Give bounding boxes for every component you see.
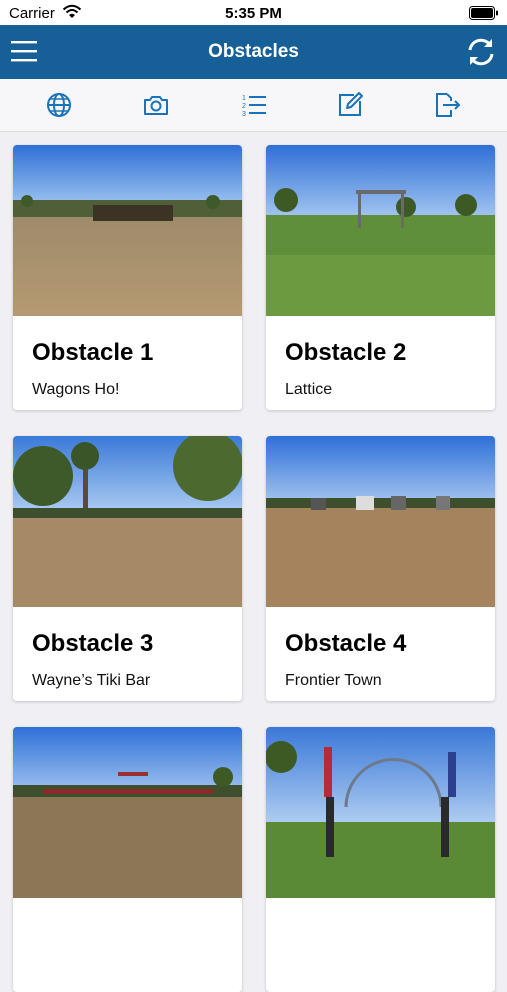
export-button[interactable]: [433, 91, 461, 119]
obstacle-name: Obstacle 4: [285, 630, 407, 657]
export-icon: [436, 93, 461, 117]
edit-icon: [339, 92, 363, 116]
obstacle-subtitle: Lattice: [285, 381, 333, 398]
refresh-button[interactable]: [465, 36, 497, 68]
obstacle-photo: [266, 436, 495, 607]
obstacle-photo: [13, 145, 242, 316]
edit-button[interactable]: [336, 91, 364, 119]
obstacle-photo: [13, 727, 242, 898]
obstacle-name: Obstacle 2: [285, 339, 407, 366]
obstacle-photo: [266, 145, 495, 316]
svg-text:3: 3: [242, 111, 246, 118]
camera-icon: [144, 96, 168, 115]
refresh-icon: [468, 38, 494, 66]
status-bar: Carrier 5:35 PM: [0, 0, 507, 25]
obstacle-subtitle: Wayne’s Tiki Bar: [32, 672, 151, 689]
battery-icon: [469, 6, 499, 20]
nav-bar: Obstacles: [0, 25, 507, 79]
camera-button[interactable]: [142, 91, 170, 119]
obstacle-subtitle: Wagons Ho!: [32, 381, 120, 398]
obstacle-card[interactable]: [13, 727, 242, 992]
clock: 5:35 PM: [225, 5, 282, 22]
numbered-list-icon: 1 2 3: [242, 95, 266, 118]
globe-button[interactable]: [45, 91, 73, 119]
obstacle-grid: Obstacle 1 Wagons Ho! Obstacle 2 Lattice: [0, 132, 507, 992]
obstacle-card[interactable]: Obstacle 1 Wagons Ho!: [13, 145, 242, 410]
svg-text:2: 2: [242, 103, 246, 110]
toolbar: 1 2 3: [0, 79, 507, 132]
obstacle-name: Obstacle 3: [32, 630, 154, 657]
globe-icon: [47, 93, 71, 117]
obstacle-photo: [13, 436, 242, 607]
obstacle-card[interactable]: [266, 727, 495, 992]
obstacle-name: Obstacle 1: [32, 339, 154, 366]
obstacle-subtitle: Frontier Town: [285, 672, 382, 689]
obstacle-card[interactable]: Obstacle 4 Frontier Town: [266, 436, 495, 701]
obstacle-card[interactable]: Obstacle 3 Wayne’s Tiki Bar: [13, 436, 242, 701]
svg-text:1: 1: [242, 95, 246, 102]
page-title: Obstacles: [208, 41, 299, 62]
obstacle-card[interactable]: Obstacle 2 Lattice: [266, 145, 495, 410]
numbered-list-button[interactable]: 1 2 3: [240, 91, 268, 119]
obstacle-photo: [266, 727, 495, 898]
